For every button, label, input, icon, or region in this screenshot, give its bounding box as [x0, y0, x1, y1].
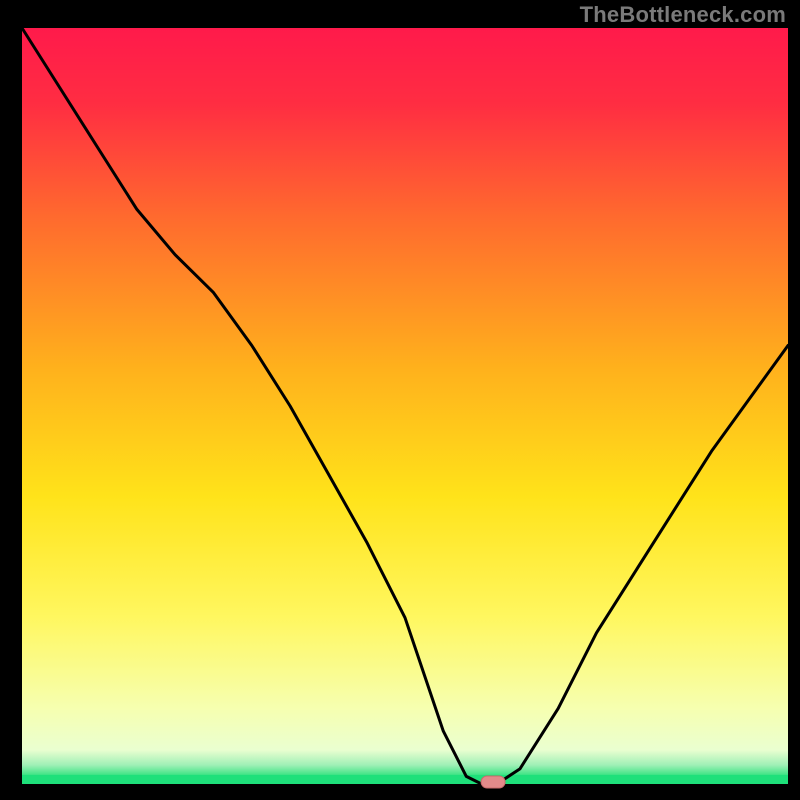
- watermark-text: TheBottleneck.com: [580, 2, 786, 28]
- bottleneck-chart: [0, 0, 800, 800]
- optimum-marker: [481, 776, 505, 788]
- baseline-strip: [22, 775, 788, 784]
- gradient-panel: [22, 28, 788, 784]
- chart-container: { "watermark": "TheBottleneck.com", "col…: [0, 0, 800, 800]
